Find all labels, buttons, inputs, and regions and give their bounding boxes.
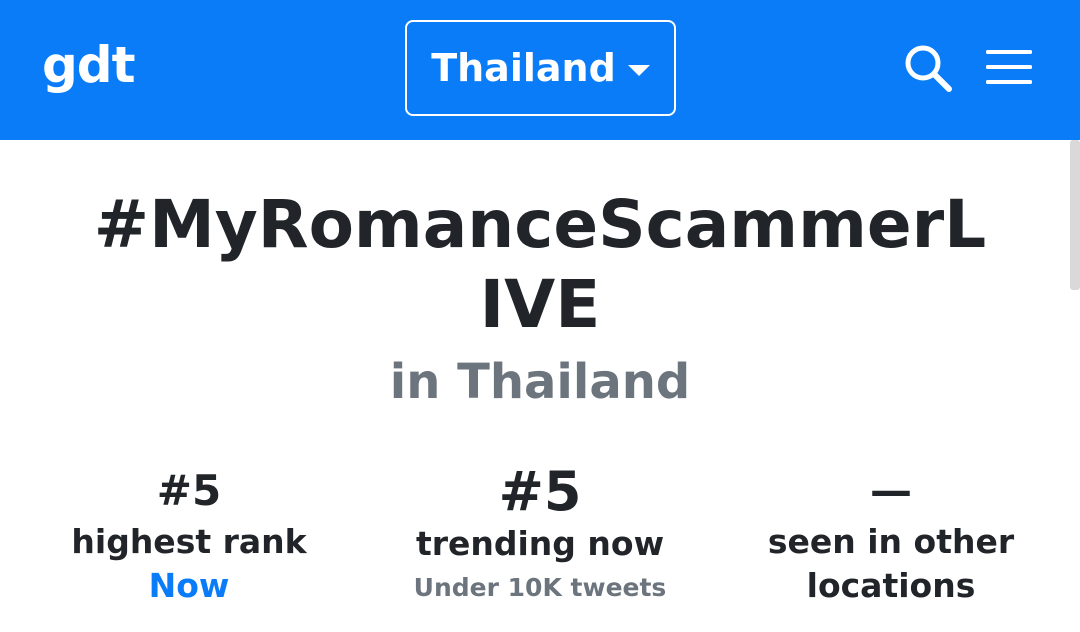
trending-now-label: trending now (415, 524, 665, 563)
top-navbar: gdt Thailand (0, 0, 1080, 140)
trending-now-value: #5 (498, 460, 582, 523)
stat-trending-now: #5 trending now Under 10K tweets (360, 462, 720, 610)
hamburger-menu-icon (986, 50, 1032, 84)
highest-rank-time-link[interactable]: Now (9, 564, 369, 608)
location-subtitle: in Thailand (389, 354, 691, 410)
stat-other-locations: — seen in other locations (711, 462, 1071, 608)
caret-down-icon (627, 64, 650, 76)
country-select-button[interactable]: Thailand (405, 20, 676, 116)
stat-highest-rank: #5 highest rank Now (9, 462, 369, 608)
country-label: Thailand (431, 46, 616, 90)
highest-rank-value: #5 (156, 466, 222, 515)
menu-button[interactable] (985, 48, 1033, 86)
scrollbar-thumb[interactable] (1070, 140, 1080, 290)
search-icon (905, 45, 952, 92)
site-logo[interactable]: gdt (42, 30, 135, 100)
search-button[interactable] (902, 42, 954, 94)
other-locations-value: — (870, 466, 912, 515)
hashtag-title: #MyRomanceScammerLIVE (93, 186, 987, 343)
other-locations-label: seen in other locations (767, 522, 1015, 605)
tweet-volume: Under 10K tweets (413, 573, 667, 602)
highest-rank-label: highest rank (71, 522, 307, 561)
page: gdt Thailand #MyRomanceScammerLIVE in Th… (0, 0, 1080, 632)
